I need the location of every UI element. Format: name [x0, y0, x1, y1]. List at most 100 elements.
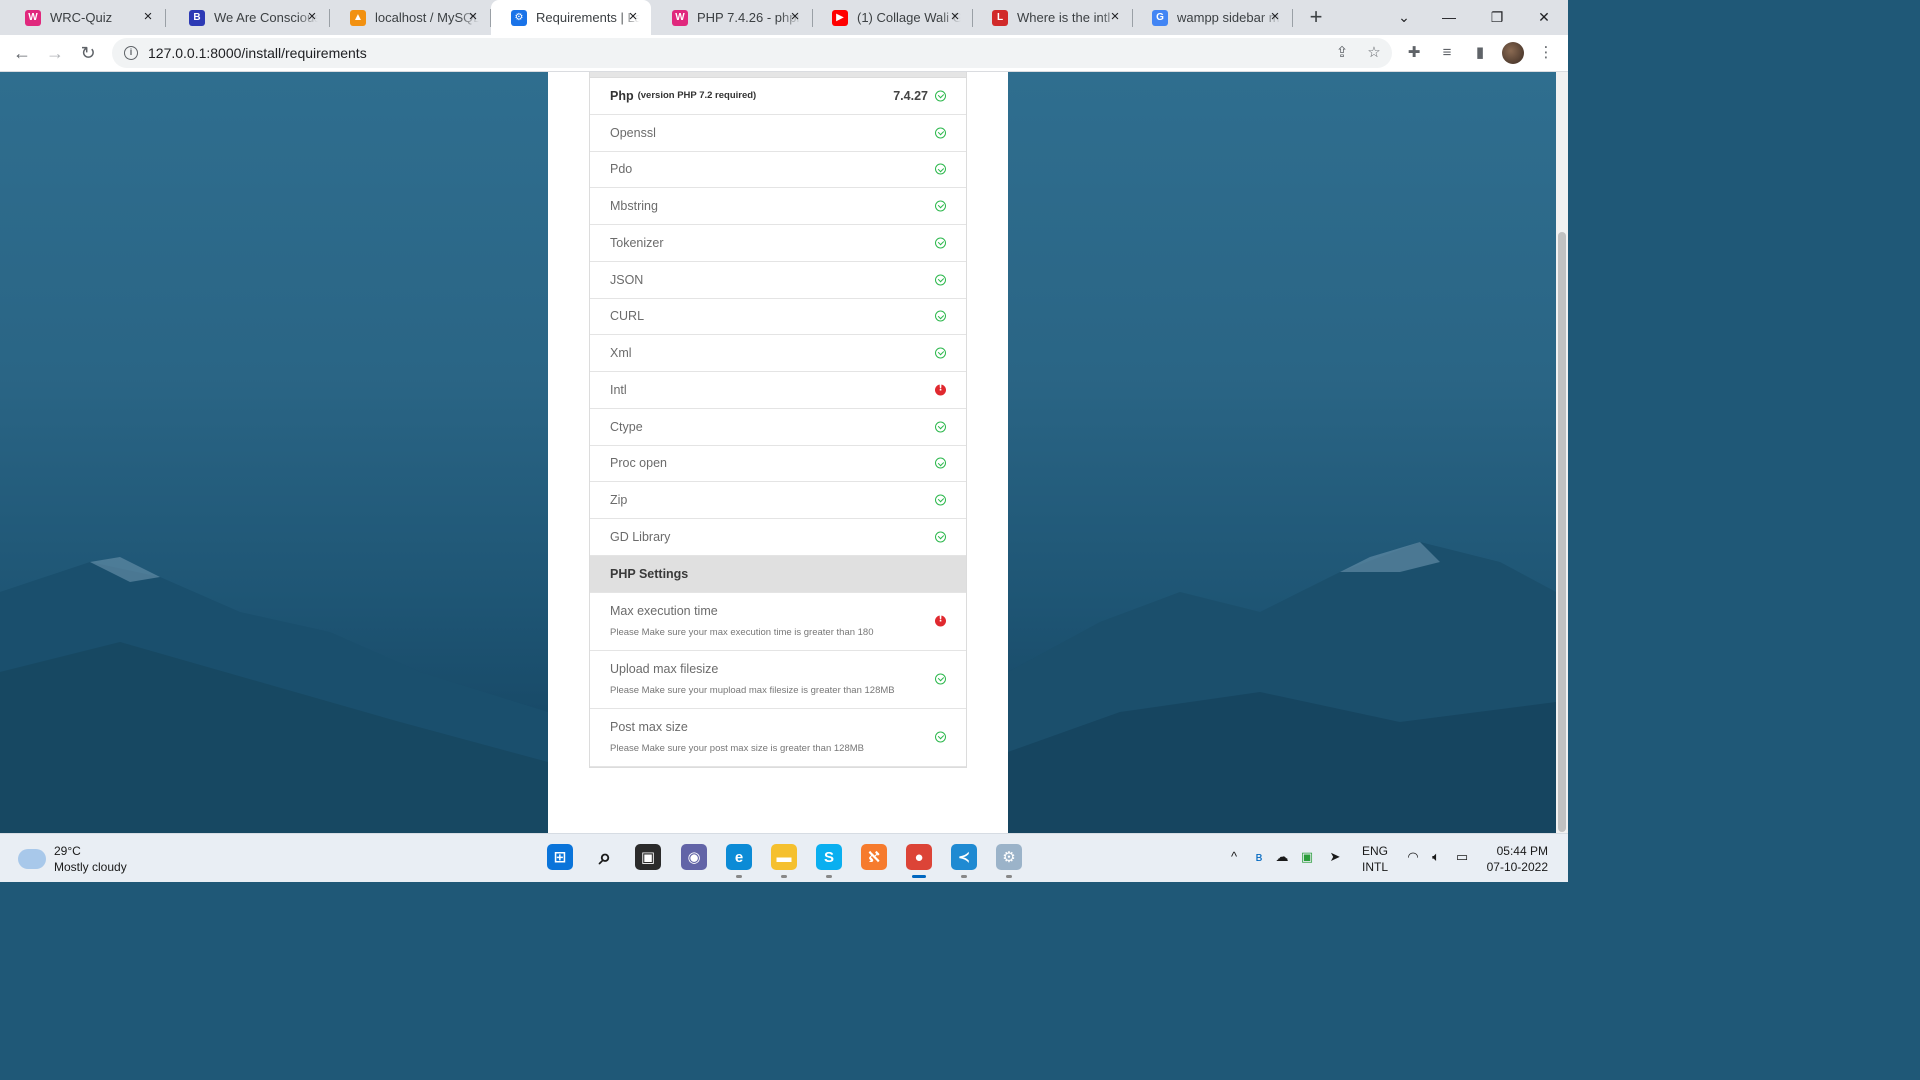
browser-tab[interactable]: ▶ (1) Collage Wali G ×: [812, 0, 973, 35]
keyboard-layout: INTL: [1362, 860, 1389, 874]
cloud-sun-icon: [18, 844, 46, 869]
reload-icon[interactable]: ↻: [76, 41, 100, 65]
app-tray-icon[interactable]: ▣: [1298, 849, 1316, 865]
tab-title: We Are Conscious: [214, 10, 318, 25]
site-info-icon[interactable]: i: [124, 46, 138, 60]
start-icon[interactable]: ⊞: [547, 844, 573, 870]
page-scrollbar[interactable]: [1556, 72, 1568, 833]
address-bar[interactable]: i 127.0.0.1:8000/install/requirements ⇪ …: [112, 38, 1392, 68]
php-settings-heading: PHP Settings: [590, 555, 966, 593]
location-arrow-icon[interactable]: ➤: [1326, 849, 1344, 865]
tab-title: WRC-Quiz: [50, 10, 113, 25]
tab-search-chevron-icon[interactable]: ⌄: [1392, 5, 1416, 29]
bookmark-star-icon[interactable]: ☆: [1365, 44, 1383, 62]
section-title: PHP Settings: [610, 566, 689, 581]
chrome-menu-icon[interactable]: ⋮: [1536, 43, 1556, 63]
extension-name: Tokenizer: [610, 235, 664, 250]
wifi-icon[interactable]: ◠: [1404, 849, 1422, 865]
task-view-icon[interactable]: ▣: [635, 844, 661, 870]
weather-widget[interactable]: 29°C Mostly cloudy: [18, 843, 127, 875]
chrome-icon[interactable]: ●: [906, 844, 932, 878]
volume-icon[interactable]: 🔈︎: [1427, 849, 1445, 865]
teams-chat-icon[interactable]: ◉: [681, 844, 707, 870]
php-label: Php: [610, 88, 634, 103]
bluetooth-icon[interactable]: ʙ: [1250, 849, 1268, 864]
xampp-icon[interactable]: ℵ: [861, 844, 887, 870]
close-tab-icon[interactable]: ×: [1267, 9, 1283, 25]
extension-row: JSON: [590, 262, 966, 299]
profile-avatar[interactable]: [1502, 42, 1524, 64]
clock-time: 05:44 PM: [1496, 844, 1548, 858]
forward-arrow-icon[interactable]: →: [43, 41, 67, 65]
input-language-indicator[interactable]: ENG INTL: [1362, 843, 1388, 875]
extension-row: Tokenizer: [590, 225, 966, 262]
tab-separator: [1292, 9, 1293, 27]
show-hidden-icons-chevron-icon[interactable]: ^: [1225, 849, 1243, 864]
running-indicator: [781, 875, 787, 878]
browser-tab[interactable]: W WRC-Quiz ×: [5, 0, 166, 35]
back-arrow-icon[interactable]: ←: [10, 41, 34, 65]
laravel-favicon-icon: L: [992, 9, 1008, 26]
php-setting-row: Post max size Please Make sure your post …: [590, 709, 966, 767]
close-tab-icon[interactable]: ×: [304, 9, 320, 25]
setting-hint: Please Make sure your mupload max filesi…: [610, 685, 895, 697]
browser-tab[interactable]: W PHP 7.4.26 - phpi ×: [652, 0, 813, 35]
skype-icon[interactable]: S: [816, 844, 842, 878]
check-circle-icon: [935, 494, 946, 506]
system-clock[interactable]: 05:44 PM 07-10-2022: [1484, 843, 1548, 875]
check-circle-icon: [935, 90, 946, 102]
error-alert-icon: [935, 383, 946, 396]
running-indicator: [736, 875, 742, 878]
setting-name: Post max size: [610, 720, 688, 735]
close-tab-icon[interactable]: ×: [787, 9, 803, 25]
browser-tab[interactable]: ▲ localhost / MySQL ×: [330, 0, 491, 35]
tab-title: (1) Collage Wali G: [857, 10, 961, 25]
browser-tab[interactable]: L Where is the intl ×: [972, 0, 1133, 35]
check-circle-icon: [935, 237, 946, 249]
edge-icon[interactable]: e: [726, 844, 752, 878]
file-explorer-icon[interactable]: ▬: [771, 844, 797, 878]
new-tab-button[interactable]: +: [1306, 6, 1326, 28]
extension-name: Proc open: [610, 456, 667, 471]
setting-hint: Please Make sure your max execution time…: [610, 627, 874, 639]
browser-tab[interactable]: ⚙ Requirements | La ×: [491, 0, 651, 35]
close-tab-icon[interactable]: ×: [625, 9, 641, 25]
close-tab-icon[interactable]: ×: [947, 9, 963, 25]
check-circle-icon: [935, 731, 946, 743]
url-text[interactable]: 127.0.0.1:8000/install/requirements: [148, 45, 367, 61]
scrollbar-thumb[interactable]: [1558, 232, 1566, 832]
close-tab-icon[interactable]: ×: [465, 9, 481, 25]
youtube-favicon-icon: ▶: [832, 9, 848, 26]
running-indicator: [961, 875, 967, 878]
check-circle-icon: [935, 421, 946, 433]
extensions-puzzle-icon[interactable]: ✚: [1404, 43, 1424, 63]
tab-title: PHP 7.4.26 - phpi: [697, 10, 800, 25]
close-tab-icon[interactable]: ×: [140, 9, 156, 25]
close-tab-icon[interactable]: ×: [1107, 9, 1123, 25]
media-controls-icon[interactable]: ≡: [1437, 43, 1457, 63]
php-version-row: Php (version PHP 7.2 required) 7.4.27: [590, 78, 966, 115]
browser-tab[interactable]: B We Are Conscious ×: [169, 0, 330, 35]
share-icon[interactable]: ⇪: [1333, 44, 1351, 62]
side-panel-icon[interactable]: ▮: [1470, 43, 1490, 63]
extension-row: Ctype: [590, 409, 966, 446]
settings-icon[interactable]: ⚙: [996, 844, 1022, 878]
check-circle-icon: [935, 200, 946, 212]
php-required-note: (version PHP 7.2 required): [637, 90, 757, 102]
extension-name: Pdo: [610, 162, 633, 177]
search-icon[interactable]: ⌕: [592, 844, 618, 870]
wrc-favicon-icon: W: [672, 9, 688, 26]
extension-row: Openssl: [590, 115, 966, 152]
browser-tab[interactable]: Gwampp sidebar m ×: [1132, 0, 1293, 35]
requirements-list: Php (version PHP 7.2 required) 7.4.27 Op…: [589, 72, 967, 768]
battery-icon[interactable]: ▭: [1453, 849, 1471, 865]
extension-name: Intl: [610, 382, 627, 397]
restore-button[interactable]: ❐: [1485, 5, 1509, 29]
onedrive-cloud-icon[interactable]: ☁: [1273, 849, 1291, 865]
check-circle-icon: [935, 127, 946, 139]
taskbar: 29°C Mostly cloudy ⊞ ⌕ ▣ ◉ e ▬ S ℵ ● ≺ ⚙ ^ ʙ ☁ ▣ ➤…: [0, 833, 1568, 882]
minimize-button[interactable]: —: [1437, 5, 1461, 29]
check-circle-icon: [935, 531, 946, 543]
vscode-icon[interactable]: ≺: [951, 844, 977, 878]
close-window-button[interactable]: ✕: [1532, 5, 1556, 29]
